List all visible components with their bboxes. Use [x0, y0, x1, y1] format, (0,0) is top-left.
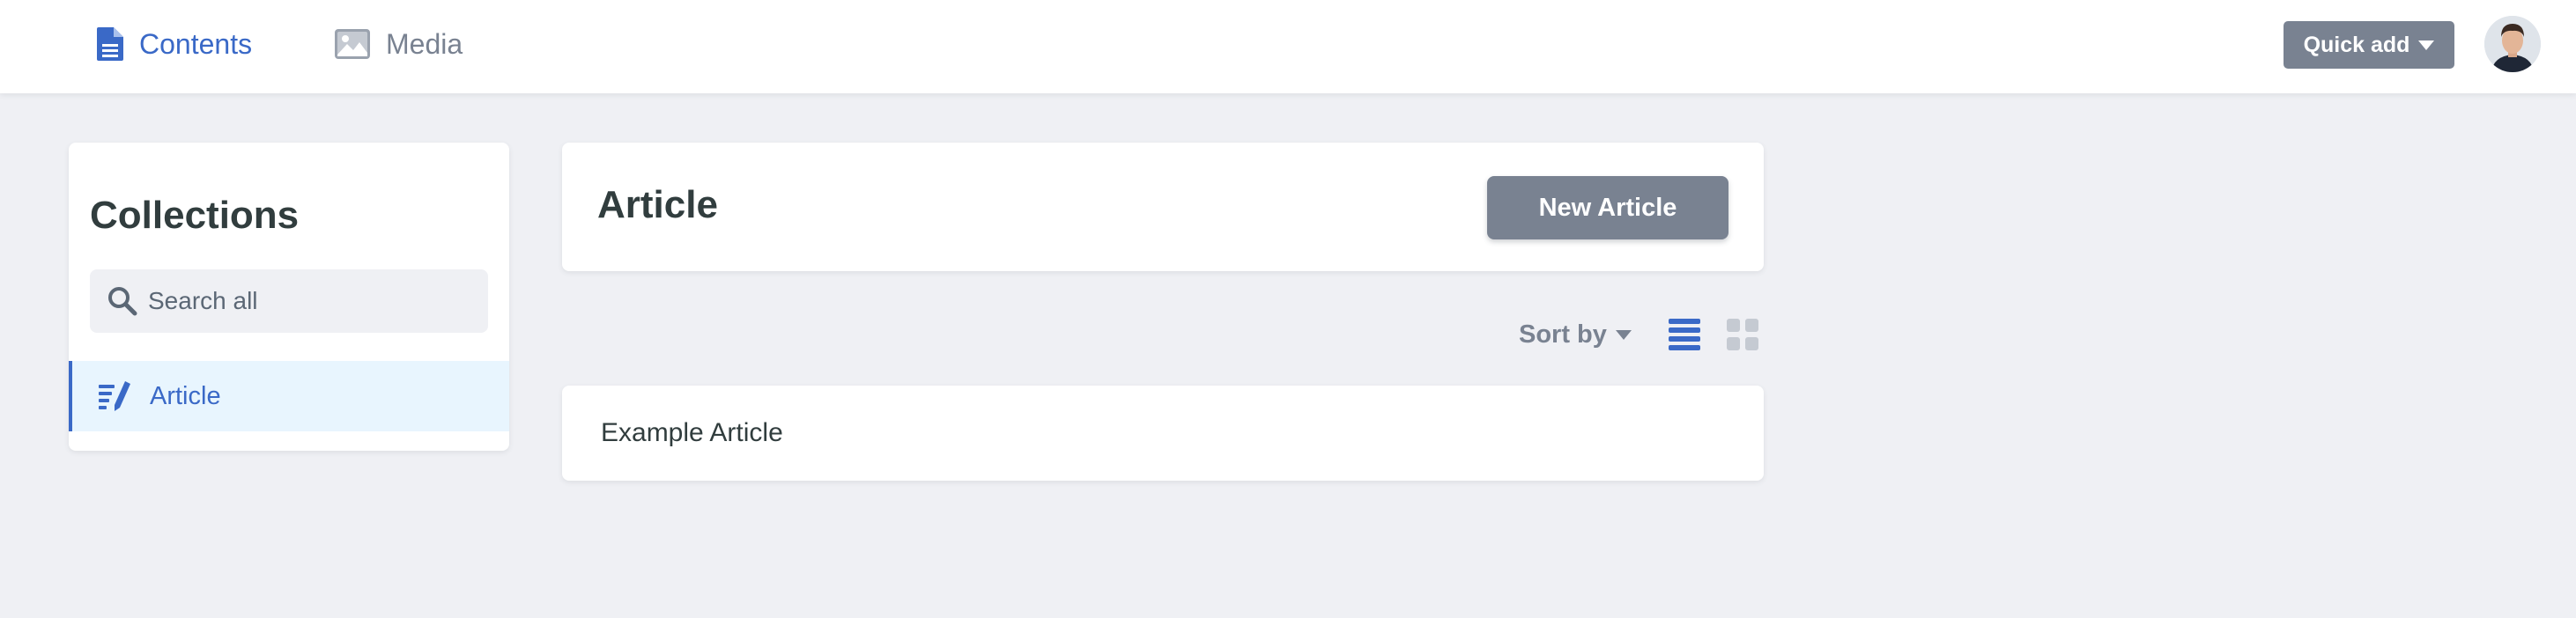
- avatar[interactable]: [2484, 16, 2541, 72]
- new-article-button[interactable]: New Article: [1487, 176, 1728, 239]
- sort-by-label: Sort by: [1519, 320, 1607, 349]
- article-icon: [99, 381, 130, 411]
- list-item[interactable]: Example Article: [562, 386, 1764, 481]
- chevron-down-icon: [1615, 329, 1632, 340]
- sort-by-dropdown[interactable]: Sort by: [1519, 317, 1632, 352]
- document-icon: [97, 27, 123, 61]
- nav-contents-label: Contents: [139, 27, 253, 60]
- image-icon: [335, 29, 370, 59]
- grid-view-icon: [1727, 319, 1758, 350]
- chevron-down-icon: [2418, 40, 2435, 50]
- sidebar-title: Collections: [90, 194, 300, 237]
- nav-contents[interactable]: Contents: [97, 25, 252, 63]
- list-view-icon: [1669, 319, 1700, 350]
- list-view-button[interactable]: [1669, 317, 1700, 357]
- collection-header: Article New Article: [562, 143, 1764, 271]
- grid-view-button[interactable]: [1727, 317, 1758, 357]
- nav-media[interactable]: Media: [335, 25, 463, 63]
- search-input[interactable]: [148, 287, 483, 315]
- quick-add-label: Quick add: [2303, 32, 2410, 57]
- sidebar-item-label: Article: [150, 381, 221, 410]
- top-bar: Contents Media Quick add: [0, 0, 2576, 93]
- user-avatar-icon: [2484, 16, 2541, 72]
- sidebar-item-article[interactable]: Article: [69, 361, 509, 431]
- search-box[interactable]: [90, 269, 488, 333]
- nav-media-label: Media: [386, 27, 463, 60]
- collections-sidebar: Collections Article: [69, 143, 509, 451]
- search-icon: [108, 287, 137, 316]
- entry-title: Example Article: [601, 418, 783, 447]
- page-title: Article: [597, 183, 718, 226]
- quick-add-button[interactable]: Quick add: [2284, 21, 2454, 69]
